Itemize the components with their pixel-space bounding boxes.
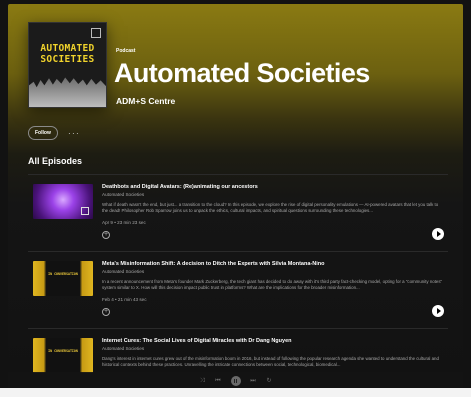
crowd-silhouette-icon: [29, 77, 106, 107]
publisher-link[interactable]: ADM+S Centre: [116, 96, 175, 106]
next-icon[interactable]: ⏭: [250, 378, 257, 385]
repeat-icon[interactable]: ↻: [266, 378, 273, 385]
cover-title: AUTOMATED SOCIETIES: [29, 43, 106, 65]
episode-description: Dang's interest in internet cures grew o…: [102, 356, 439, 367]
play-icon[interactable]: [432, 228, 444, 240]
page-edge: [0, 388, 471, 397]
frame-icon: [91, 28, 101, 38]
play-icon[interactable]: [432, 305, 444, 317]
episode-thumbnail: IN CONVERSATION: [33, 338, 93, 373]
section-title: All Episodes: [28, 156, 83, 166]
podcast-page: AUTOMATED SOCIETIES Podcast Automated So…: [8, 4, 463, 390]
cover-title-line1: AUTOMATED: [40, 43, 95, 54]
episode-show[interactable]: Automated Societies: [102, 346, 144, 351]
episode-meta: Feb 4 • 21 min 43 sec: [102, 297, 147, 302]
thumbnail-text: IN CONVERSATION: [48, 272, 78, 276]
page-title: Automated Societies: [114, 58, 370, 88]
episode-row[interactable]: Deathbots and Digital Avatars: (Re)anima…: [28, 174, 448, 249]
episode-meta: Apr 9 • 23 min 23 sec: [102, 220, 146, 225]
more-options-icon[interactable]: ···: [68, 128, 80, 138]
plus-circle-icon[interactable]: +: [102, 231, 110, 239]
divider: [28, 328, 448, 329]
plus-circle-icon[interactable]: +: [102, 308, 110, 316]
divider: [28, 251, 448, 252]
content-type-label: Podcast: [116, 48, 136, 54]
cover-title-line2: SOCIETIES: [40, 54, 95, 65]
episode-show[interactable]: Automated Societies: [102, 269, 144, 274]
episode-thumbnail: IN CONVERSATION: [33, 261, 93, 296]
play-pause-icon[interactable]: [230, 376, 241, 386]
action-bar: Follow ···: [28, 126, 80, 140]
episode-title[interactable]: Internet Cures: The Social Lives of Digi…: [102, 338, 447, 344]
episode-row[interactable]: IN CONVERSATION Meta's Misinformation Sh…: [28, 251, 448, 326]
episode-description: In a recent announcement from Meta's fou…: [102, 279, 443, 290]
previous-icon[interactable]: ⏮: [215, 378, 222, 385]
frame-icon: [81, 207, 89, 215]
shuffle-icon[interactable]: ⤨: [199, 378, 206, 385]
episode-thumbnail: [33, 184, 93, 219]
podcast-cover-art: AUTOMATED SOCIETIES: [28, 22, 107, 108]
episode-title[interactable]: Deathbots and Digital Avatars: (Re)anima…: [102, 184, 447, 190]
episode-description: What if death wasn't the end, but just..…: [102, 202, 439, 213]
thumbnail-text: IN CONVERSATION: [48, 349, 78, 353]
podcast-header: AUTOMATED SOCIETIES Podcast Automated So…: [8, 4, 463, 124]
divider: [28, 174, 448, 175]
episode-title[interactable]: Meta's Misinformation Shift: A decision …: [102, 261, 447, 267]
follow-button[interactable]: Follow: [28, 126, 58, 140]
episode-show[interactable]: Automated Societies: [102, 192, 144, 197]
